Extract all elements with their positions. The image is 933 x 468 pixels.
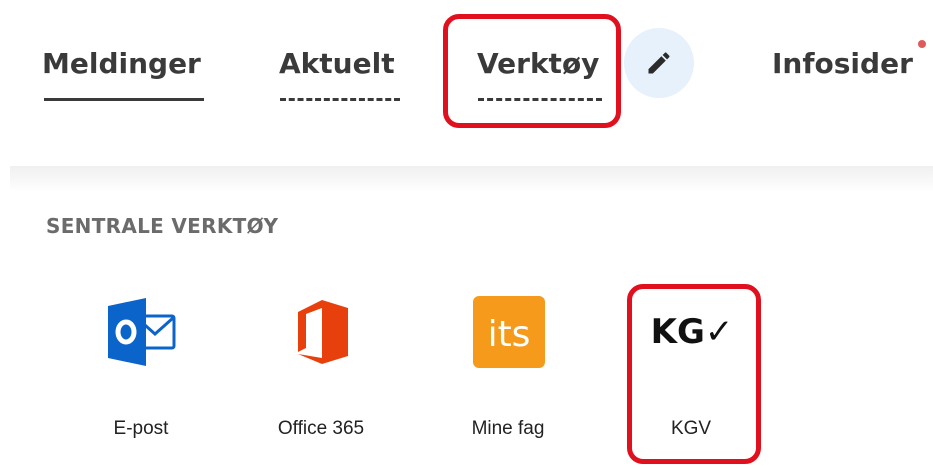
pencil-icon bbox=[648, 52, 670, 74]
tool-tile-mine-fag[interactable]: its Mine fag bbox=[428, 296, 588, 456]
section-title: SENTRALE VERKTØY bbox=[46, 214, 279, 238]
its-icon: its bbox=[473, 296, 545, 368]
tab-meldinger-active-underline bbox=[44, 98, 204, 101]
tool-tile-kgv[interactable]: KG✓ KGV bbox=[611, 296, 771, 456]
tab-meldinger[interactable]: Meldinger bbox=[42, 44, 201, 84]
tool-label: Mine fag bbox=[471, 418, 545, 439]
tool-tile-e-post[interactable]: E-post bbox=[61, 296, 221, 456]
office-icon bbox=[298, 300, 348, 364]
edit-tabs-button[interactable] bbox=[624, 28, 694, 98]
notification-dot bbox=[918, 40, 926, 48]
tab-verktoy-label: Verktøy bbox=[477, 47, 600, 80]
kgv-icon: KG✓ bbox=[650, 312, 734, 352]
tab-aktuelt-underline bbox=[280, 98, 400, 101]
tab-infosider[interactable]: Infosider bbox=[772, 44, 913, 84]
tool-label: Office 365 bbox=[277, 418, 365, 439]
tool-tile-office-365[interactable]: Office 365 bbox=[241, 296, 401, 456]
tab-verktoy[interactable]: Verktøy bbox=[477, 44, 599, 84]
header-divider bbox=[10, 166, 933, 192]
tab-meldinger-label: Meldinger bbox=[42, 47, 201, 80]
tab-aktuelt-label: Aktuelt bbox=[279, 47, 395, 80]
tab-infosider-label: Infosider bbox=[772, 47, 913, 80]
tool-label: E-post bbox=[113, 418, 169, 439]
its-icon-text: its bbox=[488, 314, 531, 355]
tab-verktoy-underline bbox=[478, 98, 602, 101]
tool-label: KGV bbox=[670, 418, 712, 439]
tab-aktuelt[interactable]: Aktuelt bbox=[279, 44, 395, 84]
outlook-icon bbox=[108, 298, 176, 366]
